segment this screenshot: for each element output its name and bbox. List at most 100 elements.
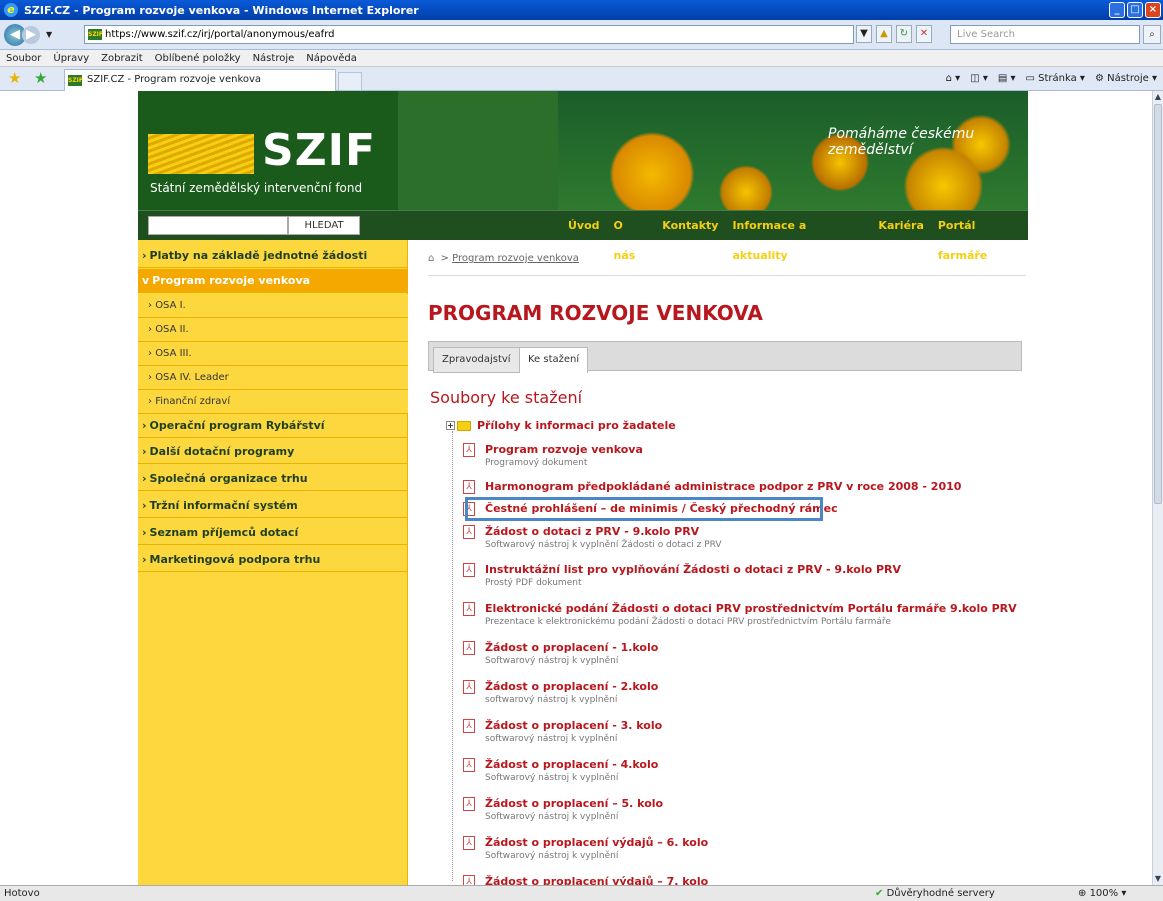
breadcrumb-link[interactable]: Program rozvoje venkova	[452, 253, 579, 264]
check-icon: ✔	[875, 888, 884, 899]
site-slogan: Pomáháme českému zemědělství	[828, 126, 975, 158]
sidebar-item-osa-4[interactable]: › OSA IV. Leader	[138, 366, 408, 390]
menu-favorites[interactable]: Oblíbené položky	[155, 50, 241, 66]
close-button[interactable]: ×	[1145, 2, 1161, 18]
address-input[interactable]: SZIF https://www.szif.cz/irj/portal/anon…	[84, 25, 854, 44]
ie-logo-icon: e	[4, 3, 18, 17]
nav-kariera[interactable]: Kariéra	[878, 211, 923, 271]
window-title-bar: e SZIF.CZ - Program rozvoje venkova - Wi…	[0, 0, 1163, 20]
folder-icon	[457, 420, 471, 431]
tab-favicon-icon: SZIF	[68, 75, 84, 86]
add-favorite-icon[interactable]: ★	[34, 70, 50, 86]
home-icon[interactable]: ⌂ ▾	[946, 71, 961, 87]
sidebar-item-osa-2[interactable]: › OSA II.	[138, 318, 408, 342]
breadcrumb-separator: >	[440, 253, 449, 264]
menu-tools[interactable]: Nástroje	[253, 50, 295, 66]
site-favicon-icon: SZIF	[88, 29, 104, 40]
menu-help[interactable]: Nápověda	[306, 50, 357, 66]
breadcrumb: ⌂ > Program rozvoje venkova	[428, 253, 579, 264]
sidebar-item-dalsi[interactable]: › Další dotační programy	[138, 440, 408, 464]
files-heading: Soubory ke stažení	[430, 388, 583, 407]
minimize-button[interactable]: _	[1109, 2, 1125, 18]
browser-tab[interactable]: SZIF SZIF.CZ - Program rozvoje venkova	[64, 69, 336, 91]
nav-informace[interactable]: Informace a aktuality	[732, 211, 864, 271]
site-subtitle: Státní zemědělský intervenční fond	[150, 181, 363, 195]
status-bar: Hotovo ✔ Důvěryhodné servery ⊕ 100% ▾	[0, 885, 1163, 901]
tab-row: ★ ★ SZIF SZIF.CZ - Program rozvoje venko…	[0, 67, 1163, 91]
tab-title: SZIF.CZ - Program rozvoje venkova	[87, 74, 262, 85]
print-icon[interactable]: ▤ ▾	[998, 71, 1016, 87]
maximize-button[interactable]: □	[1127, 2, 1143, 18]
nav-kontakty[interactable]: Kontakty	[662, 211, 718, 271]
pdf-icon: ⅄	[463, 719, 475, 733]
page-title: PROGRAM ROZVOJE VENKOVA	[428, 301, 763, 325]
history-dropdown-icon[interactable]: ▼	[46, 30, 52, 39]
stop-icon[interactable]: ✕	[916, 25, 932, 43]
page-scrollbar[interactable]: ▲ ▼	[1152, 91, 1163, 885]
pdf-icon: ⅄	[463, 563, 475, 577]
highlight-box	[465, 497, 823, 521]
window-title: SZIF.CZ - Program rozvoje venkova - Wind…	[24, 3, 419, 17]
page-menu[interactable]: ▭ Stránka ▾	[1026, 71, 1085, 87]
live-search-input[interactable]: Live Search	[950, 25, 1140, 44]
sidebar-item-osa-3[interactable]: › OSA III.	[138, 342, 408, 366]
sidebar-item-marketing[interactable]: › Marketingová podpora trhu	[138, 548, 408, 572]
tools-menu[interactable]: ⚙ Nástroje ▾	[1095, 71, 1157, 87]
tab-zpravodajstvi[interactable]: Zpravodajství	[433, 347, 520, 373]
menu-bar: Soubor Úpravy Zobrazit Oblíbené položky …	[0, 50, 1163, 67]
folder-name: Přílohy k informaci pro žadatele	[477, 419, 676, 432]
site-logo[interactable]: SZIF	[262, 125, 376, 176]
sidebar-item-sot[interactable]: › Společná organizace trhu	[138, 467, 408, 491]
menu-edit[interactable]: Úpravy	[53, 50, 89, 66]
expand-icon[interactable]: +	[446, 421, 455, 430]
address-dropdown-icon[interactable]: ▼	[856, 25, 872, 43]
site-search-input[interactable]	[148, 216, 288, 235]
sidebar-item-osa-1[interactable]: › OSA I.	[138, 294, 408, 318]
sidebar-item-financni[interactable]: › Finanční zdraví	[138, 390, 408, 414]
tab-ke-stazeni[interactable]: Ke stažení	[519, 347, 589, 373]
zoom-control[interactable]: ⊕ 100% ▾	[1078, 886, 1126, 901]
sidebar-item-platby[interactable]: › Platby na základě jednotné žádosti	[138, 244, 408, 268]
trusted-zone[interactable]: ✔ Důvěryhodné servery	[875, 886, 995, 901]
logo-area: SZIF Státní zemědělský intervenční fond	[138, 91, 398, 210]
sidebar: › Platby na základě jednotné žádosti v Pro…	[138, 240, 408, 885]
pdf-icon: ⅄	[463, 602, 475, 616]
home-icon[interactable]: ⌂	[428, 253, 434, 264]
pdf-icon: ⅄	[463, 480, 475, 494]
pdf-icon: ⅄	[463, 443, 475, 457]
pdf-icon: ⅄	[463, 836, 475, 850]
menu-view[interactable]: Zobrazit	[101, 50, 143, 66]
sidebar-item-prijemci[interactable]: › Seznam příjemců dotací	[138, 521, 408, 545]
page-viewport: SZIF Státní zemědělský intervenční fond …	[0, 91, 1152, 885]
pdf-icon: ⅄	[463, 525, 475, 539]
nav-portal-farmare[interactable]: Portál farmáře	[938, 211, 1028, 271]
address-row: ◀ ▶ ▼ SZIF https://www.szif.cz/irj/porta…	[0, 20, 1163, 50]
scroll-thumb[interactable]	[1154, 104, 1162, 504]
sidebar-item-prv[interactable]: v Program rozvoje venkova	[138, 269, 408, 293]
site-search-button[interactable]: HLEDAT	[288, 216, 360, 235]
pdf-icon: ⅄	[463, 680, 475, 694]
sidebar-item-rybarstvi[interactable]: › Operační program Rybářství	[138, 414, 408, 438]
scroll-down-icon[interactable]: ▼	[1153, 873, 1163, 885]
refresh-icon[interactable]: ↻	[896, 25, 912, 43]
feeds-icon[interactable]: ◫ ▾	[970, 71, 988, 87]
scroll-up-icon[interactable]: ▲	[1153, 91, 1163, 103]
search-icon[interactable]: ⌕	[1143, 25, 1161, 44]
forward-button[interactable]: ▶	[22, 25, 40, 44]
nav-o-nas[interactable]: O nás	[614, 211, 649, 271]
favorites-star-icon[interactable]: ★	[8, 70, 24, 86]
site-header: SZIF Státní zemědělský intervenční fond …	[138, 91, 1028, 210]
folder-row[interactable]: + Přílohy k informaci pro žadatele	[446, 419, 676, 432]
status-text: Hotovo	[4, 888, 40, 899]
lock-icon[interactable]: ▲	[876, 25, 892, 43]
menu-file[interactable]: Soubor	[6, 50, 41, 66]
new-tab-button[interactable]	[338, 72, 362, 91]
pdf-icon: ⅄	[463, 641, 475, 655]
pdf-icon: ⅄	[463, 875, 475, 885]
site-nav: HLEDAT Úvod O nás Kontakty Informace a a…	[138, 210, 1028, 262]
content-tabs: Zpravodajství Ke stažení	[428, 341, 1022, 373]
pdf-icon: ⅄	[463, 758, 475, 772]
sidebar-item-tis[interactable]: › Tržní informační systém	[138, 494, 408, 518]
logo-fields-icon	[148, 134, 254, 174]
tree-connector	[452, 431, 453, 881]
